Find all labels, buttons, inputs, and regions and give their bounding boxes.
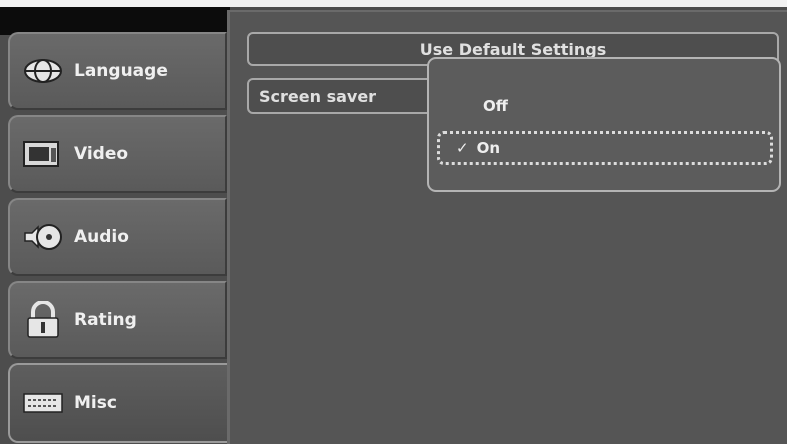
sidebar-item-label: Rating — [74, 310, 137, 330]
sidebar-item-label: Misc — [74, 393, 117, 413]
top-black-band — [0, 7, 230, 35]
speaker-disc-icon — [20, 217, 66, 257]
use-default-settings-label: Use Default Settings — [419, 39, 607, 59]
dropdown-option-on[interactable]: ✓ On — [437, 131, 773, 165]
screen-saver-label: Screen saver — [259, 86, 377, 106]
option-label: Off — [483, 97, 508, 115]
sidebar-item-label: Video — [74, 144, 129, 164]
checkmark-icon: ✓ — [456, 139, 469, 157]
dropdown-option-off[interactable]: Off — [437, 89, 773, 123]
sidebar-item-audio[interactable]: Audio — [8, 198, 227, 276]
padlock-icon — [20, 300, 66, 340]
keyboard-icon — [20, 383, 66, 423]
screen-saver-option[interactable]: Screen saver — [247, 78, 447, 114]
sidebar-item-language[interactable]: Language — [8, 32, 227, 110]
tv-monitor-icon — [20, 134, 66, 174]
language-globe-icon — [20, 51, 66, 91]
sidebar-item-label: Audio — [74, 227, 129, 247]
sidebar-item-label: Language — [74, 61, 168, 81]
option-label: On — [476, 139, 501, 157]
screen-saver-dropdown: Off ✓ On — [427, 57, 781, 192]
sidebar-item-video[interactable]: Video — [8, 115, 227, 193]
sidebar-item-rating[interactable]: Rating — [8, 281, 227, 359]
sidebar-item-misc[interactable]: Misc — [8, 363, 230, 443]
